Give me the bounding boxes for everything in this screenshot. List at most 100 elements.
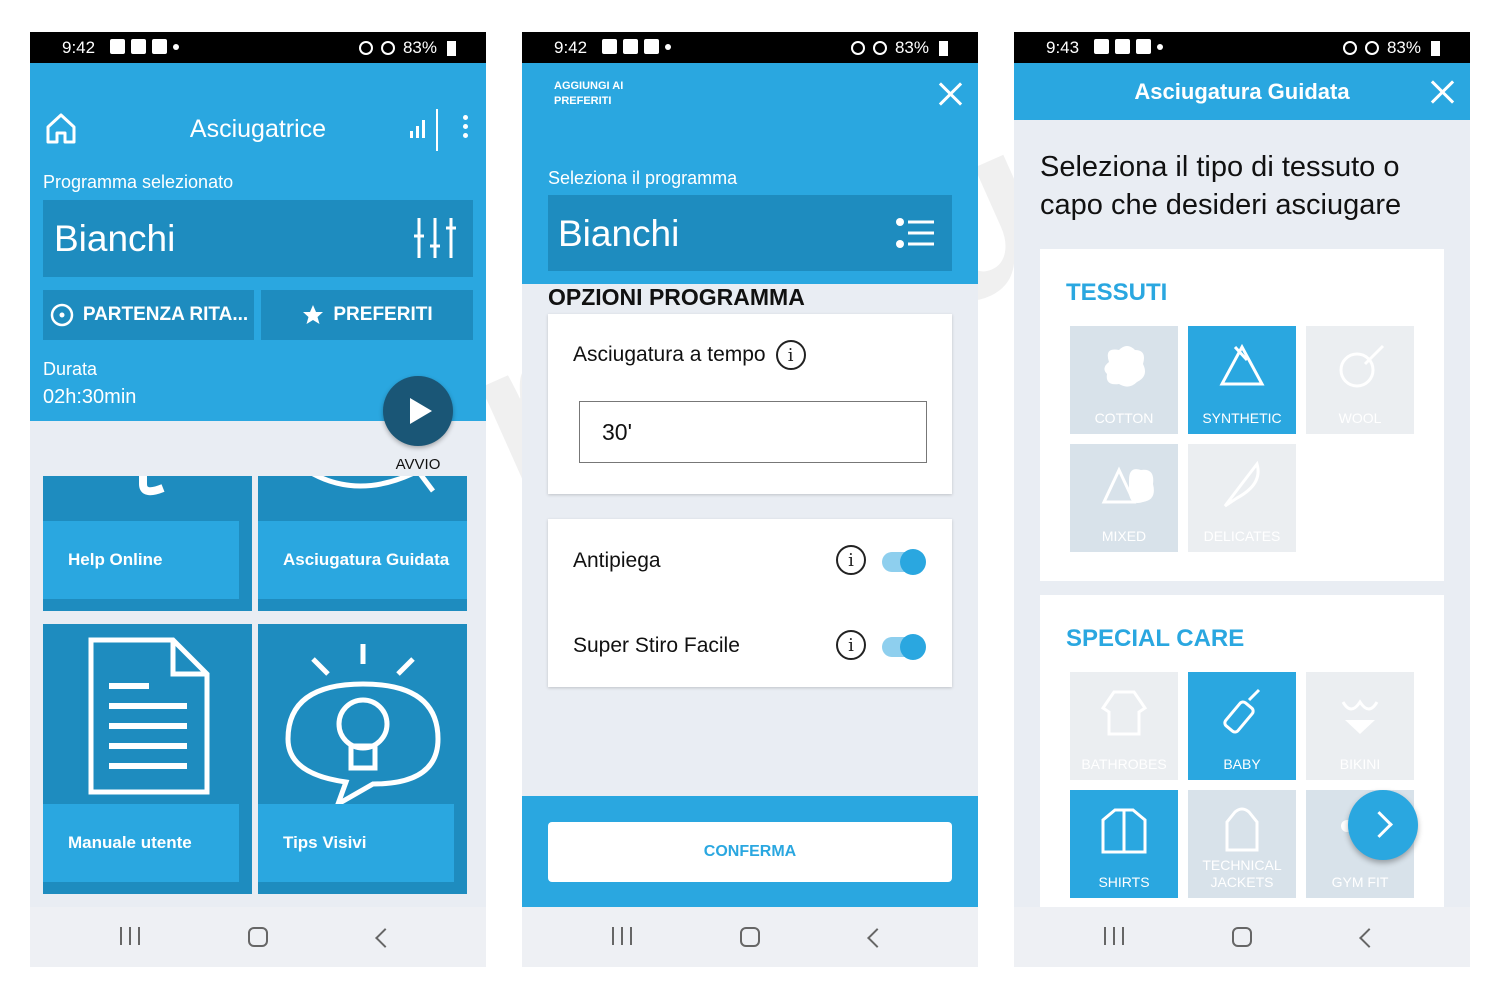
favorites-button[interactable]: PREFERITI <box>261 290 473 340</box>
fabric-label: MIXED <box>1101 528 1147 544</box>
back-icon[interactable] <box>1359 928 1379 948</box>
tile-user-manual[interactable]: Manuale utente <box>43 624 252 894</box>
program-selector[interactable]: Bianchi <box>43 200 473 277</box>
special-label: BATHROBES <box>1081 756 1167 772</box>
special-bathrobes: BATHROBES <box>1070 672 1178 780</box>
fabric-label: DELICATES <box>1203 528 1281 544</box>
home-nav-icon[interactable] <box>248 927 268 947</box>
status-bar: 9:42 83% <box>522 32 978 63</box>
status-bar: 9:43 83% <box>1014 32 1470 63</box>
tile-label: Manuale utente <box>43 804 239 882</box>
battery-text: 83% <box>894 38 929 57</box>
list-icon[interactable] <box>896 217 934 251</box>
next-button[interactable] <box>1348 790 1418 860</box>
special-label: TECHNICAL JACKETS <box>1202 857 1282 890</box>
sliders-icon[interactable] <box>413 216 457 260</box>
special-care-section: SPECIAL CARE BATHROBES BABY BIKINI SHIRT… <box>1040 595 1444 915</box>
tile-visual-tips[interactable]: Tips Visivi <box>258 624 467 894</box>
status-time: 9:42 <box>62 38 96 57</box>
notification-icons <box>1094 39 1163 54</box>
signal-bars-icon[interactable] <box>410 118 425 138</box>
super-stiro-toggle[interactable] <box>882 634 926 660</box>
cloud-icon <box>644 39 659 54</box>
page-title: Asciugatura Guidata <box>1134 79 1350 104</box>
system-icons: 83% <box>850 38 948 58</box>
bathrobe-icon <box>1100 690 1148 736</box>
tile-guided-drying[interactable]: Asciugatura Guidata <box>258 476 467 611</box>
document-icon <box>88 637 210 795</box>
tile-label: Help Online <box>43 521 239 599</box>
program-name: Bianchi <box>558 213 680 254</box>
fabrics-title: TESSUTI <box>1066 279 1168 306</box>
fabric-label: COTTON <box>1094 410 1154 426</box>
status-time: 9:42 <box>554 38 588 57</box>
phone-dryer-home: 9:42 83% Asciugatrice Programma selezion… <box>30 32 486 967</box>
mail-icon <box>131 39 146 54</box>
recent-apps-icon[interactable] <box>1104 927 1124 945</box>
special-care-title: SPECIAL CARE <box>1066 625 1245 652</box>
tile-label: Asciugatura Guidata <box>258 521 467 599</box>
mail-icon <box>1115 39 1130 54</box>
special-bikini: BIKINI <box>1306 672 1414 780</box>
shirt-icon <box>1101 808 1147 854</box>
dot-icon <box>173 44 179 50</box>
more-menu-icon[interactable] <box>463 115 468 142</box>
timed-drying-row: Asciugatura a tempo i <box>573 340 806 370</box>
android-nav-bar <box>1014 907 1470 967</box>
add-to-favorites-link[interactable]: AGGIUNGI AI PREFERITI <box>554 79 644 109</box>
alarm-icon <box>850 41 865 55</box>
close-icon[interactable] <box>1429 79 1455 105</box>
image-icon <box>1094 39 1109 54</box>
delayed-start-button[interactable]: PARTENZA RITA... <box>43 290 254 340</box>
special-label: BABY <box>1223 756 1261 772</box>
info-icon[interactable]: i <box>836 630 866 660</box>
special-label: BIKINI <box>1339 756 1381 772</box>
divider <box>436 109 438 151</box>
fabric-mixed[interactable]: MIXED <box>1070 444 1178 552</box>
home-nav-icon[interactable] <box>740 927 760 947</box>
extra-options-card: Antipiega i Super Stiro Facile i <box>548 519 952 687</box>
options-header: AGGIUNGI AI PREFERITI Seleziona il progr… <box>522 63 978 284</box>
help-icon <box>139 476 165 496</box>
fabric-wool: WOOL <box>1306 326 1414 434</box>
status-bar: 9:42 83% <box>30 32 486 63</box>
favorites-label: PREFERITI <box>333 304 433 325</box>
guided-header: Asciugatura Guidata <box>1014 63 1470 120</box>
antipiega-label: Antipiega <box>573 549 661 572</box>
fabric-cotton[interactable]: COTTON <box>1070 326 1178 434</box>
recent-apps-icon[interactable] <box>612 927 632 945</box>
recent-apps-icon[interactable] <box>120 927 140 945</box>
back-icon[interactable] <box>867 928 887 948</box>
battery-text: 83% <box>1386 38 1421 57</box>
image-icon <box>110 39 125 54</box>
program-selector[interactable]: Bianchi <box>548 195 952 271</box>
confirm-button[interactable]: CONFERMA <box>548 822 952 882</box>
notification-icons <box>110 39 179 54</box>
special-baby[interactable]: BABY <box>1188 672 1296 780</box>
cloud-icon <box>152 39 167 54</box>
special-technical-jackets[interactable]: TECHNICAL JACKETS <box>1188 790 1296 898</box>
battery-icon <box>447 40 456 56</box>
start-button[interactable] <box>383 376 453 446</box>
select-program-label: Seleziona il programma <box>548 168 738 188</box>
android-nav-bar <box>30 907 486 967</box>
antipiega-toggle[interactable] <box>882 549 926 575</box>
close-icon[interactable] <box>937 81 963 107</box>
lock-icon <box>380 41 395 55</box>
tile-help-online[interactable]: Help Online <box>43 476 252 611</box>
program-label: Programma selezionato <box>43 172 234 192</box>
timed-drying-input[interactable]: 30' <box>579 401 927 463</box>
system-icons: 83% <box>1342 38 1440 58</box>
special-shirts[interactable]: SHIRTS <box>1070 790 1178 898</box>
back-icon[interactable] <box>375 928 395 948</box>
dot-icon <box>665 44 671 50</box>
info-icon[interactable]: i <box>836 545 866 575</box>
bikini-icon <box>1341 699 1379 734</box>
info-icon[interactable]: i <box>775 340 806 370</box>
timer-icon <box>50 303 74 327</box>
fabric-synthetic[interactable]: SYNTHETIC <box>1188 326 1296 434</box>
image-icon <box>602 39 617 54</box>
special-label: GYM FIT <box>1331 874 1389 890</box>
alarm-icon <box>358 41 373 55</box>
home-nav-icon[interactable] <box>1232 927 1252 947</box>
